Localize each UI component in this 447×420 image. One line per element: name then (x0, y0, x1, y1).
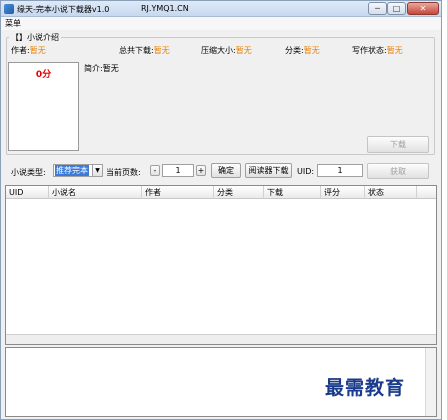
column-status[interactable]: 状态 (365, 186, 417, 199)
compressed-size-field: 压缩大小:暂无 (201, 45, 252, 56)
novel-list[interactable]: UID 小说名 作者 分类 下载 评分 状态 (5, 185, 437, 345)
category-label: 分类: (285, 46, 304, 55)
minimize-button[interactable]: ─ (368, 2, 387, 15)
uid-label: UID: (297, 167, 315, 176)
summary-field: 简介:暂无 (84, 63, 119, 74)
page-value: 1 (175, 166, 181, 175)
watermark-logo: 最需教育 (325, 377, 406, 399)
total-downloads-field: 总共下载:暂无 (119, 45, 170, 56)
maximize-button[interactable]: □ (387, 2, 406, 15)
page-label: 当前页数: (106, 168, 141, 177)
total-downloads-label: 总共下载: (119, 46, 154, 55)
category-value: 暂无 (303, 46, 320, 55)
score-label: 0分 (35, 70, 52, 80)
title-url: RJ.YMQ1.CN (141, 4, 189, 13)
log-vertical-scrollbar[interactable] (425, 348, 436, 416)
window-title: 缘天-完本小说下载器v1.0 (17, 5, 110, 14)
page-plus-button[interactable]: + (196, 165, 206, 176)
close-button[interactable]: ✕ (407, 2, 439, 15)
page-input[interactable]: 1 (162, 164, 194, 177)
title-bar[interactable]: 缘天-完本小说下载器v1.0 RJ.YMQ1.CN ─ □ ✕ (1, 1, 441, 17)
category-field: 分类:暂无 (285, 45, 320, 56)
list-horizontal-scrollbar[interactable] (6, 334, 436, 344)
novel-type-select[interactable]: 推荐完本 ▼ (53, 164, 103, 177)
compressed-size-label: 压缩大小: (201, 46, 236, 55)
column-uid[interactable]: UID (6, 186, 49, 199)
uid-input[interactable]: 1 (317, 164, 363, 177)
compressed-size-value: 暂无 (235, 46, 252, 55)
chevron-down-icon[interactable]: ▼ (92, 165, 102, 176)
column-author[interactable]: 作者 (142, 186, 214, 199)
uid-value: 1 (337, 166, 343, 175)
list-header: UID 小说名 作者 分类 下载 评分 状态 (6, 186, 436, 199)
novel-type-label: 小说类型: (11, 168, 46, 177)
cover-image: 0分 (8, 62, 79, 151)
intro-legend: 【】小说介绍 (9, 32, 61, 43)
writing-status-field: 写作状态:暂无 (352, 45, 403, 56)
writing-status-label: 写作状态: (352, 46, 387, 55)
app-icon (4, 4, 14, 14)
page-minus-button[interactable]: - (150, 165, 160, 176)
author-field: 作者:暂无 (11, 45, 46, 56)
novel-type-value: 推荐完本 (55, 165, 89, 176)
menu-bar: 菜单 (1, 17, 441, 30)
menu-item[interactable]: 菜单 (5, 18, 21, 29)
author-value: 暂无 (29, 46, 46, 55)
download-button[interactable]: 下载 (367, 136, 429, 153)
column-rating[interactable]: 评分 (321, 186, 365, 199)
column-downloads[interactable]: 下载 (264, 186, 321, 199)
writing-status-value: 暂无 (386, 46, 403, 55)
author-label: 作者: (11, 46, 30, 55)
column-novel-name[interactable]: 小说名 (49, 186, 142, 199)
reader-download-button[interactable]: 阅读器下载 (245, 163, 292, 178)
confirm-button[interactable]: 确定 (211, 163, 241, 178)
fetch-button[interactable]: 获取 (367, 163, 429, 179)
total-downloads-value: 暂无 (153, 46, 170, 55)
summary-value: 暂无 (102, 64, 119, 73)
column-category[interactable]: 分类 (214, 186, 264, 199)
main-window: 缘天-完本小说下载器v1.0 RJ.YMQ1.CN ─ □ ✕ 菜单 【】小说介… (0, 0, 442, 420)
summary-label: 简介: (84, 64, 103, 73)
